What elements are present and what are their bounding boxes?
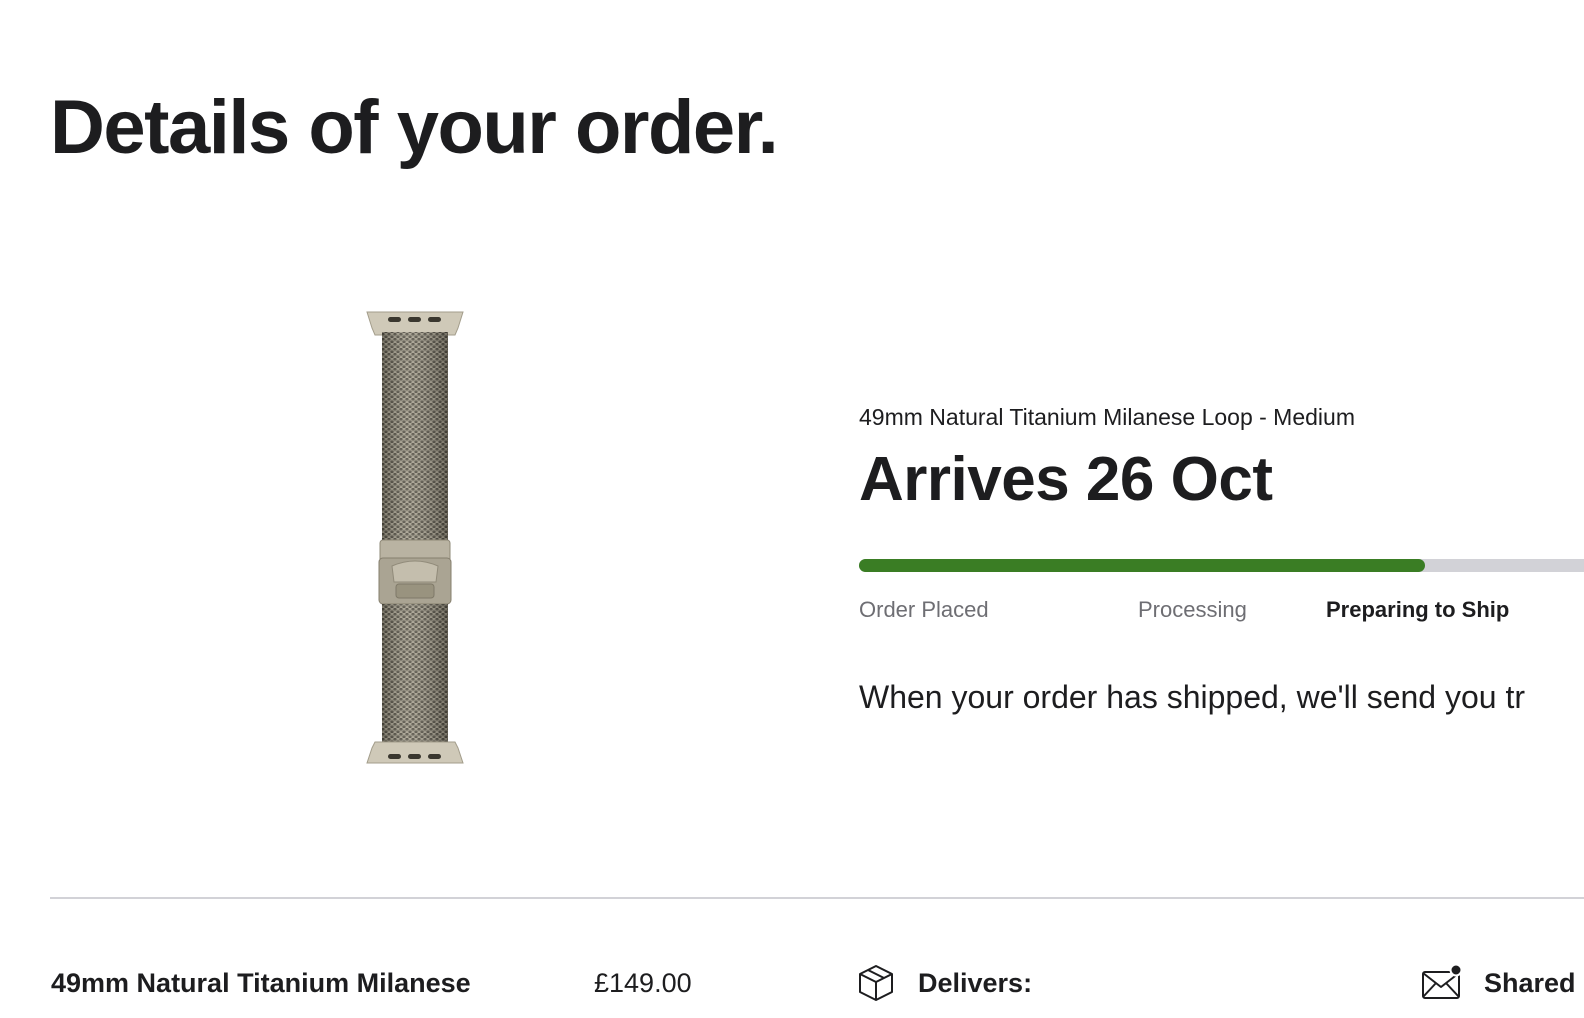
arrival-date: Arrives 26 Oct [859, 445, 1273, 514]
box-icon [859, 965, 893, 1001]
step-order-placed: Order Placed [859, 597, 989, 622]
product-name: 49mm Natural Titanium Milanese Loop - Me… [859, 404, 1355, 430]
summary-item-price: £149.00 [594, 968, 692, 998]
shipping-message: When your order has shipped, we'll send … [859, 679, 1526, 715]
step-processing: Processing [1138, 597, 1247, 622]
page-title: Details of your order. [50, 85, 779, 170]
step-preparing-to-ship: Preparing to Ship [1326, 597, 1510, 622]
divider [50, 897, 1584, 899]
summary-item-name: 49mm Natural Titanium Milanese [51, 968, 471, 998]
order-details-page: Details of your order. 49mm Natural Tita… [0, 0, 1584, 1018]
shared-label: Shared [1484, 968, 1576, 998]
order-status-panel: 49mm Natural Titanium Milanese Loop - Me… [859, 400, 1584, 730]
envelope-icon [1422, 963, 1463, 999]
progress-fill [859, 559, 1426, 572]
progress-track [859, 559, 1584, 572]
product-image [366, 311, 464, 764]
delivers-label: Delivers: [918, 968, 1033, 998]
